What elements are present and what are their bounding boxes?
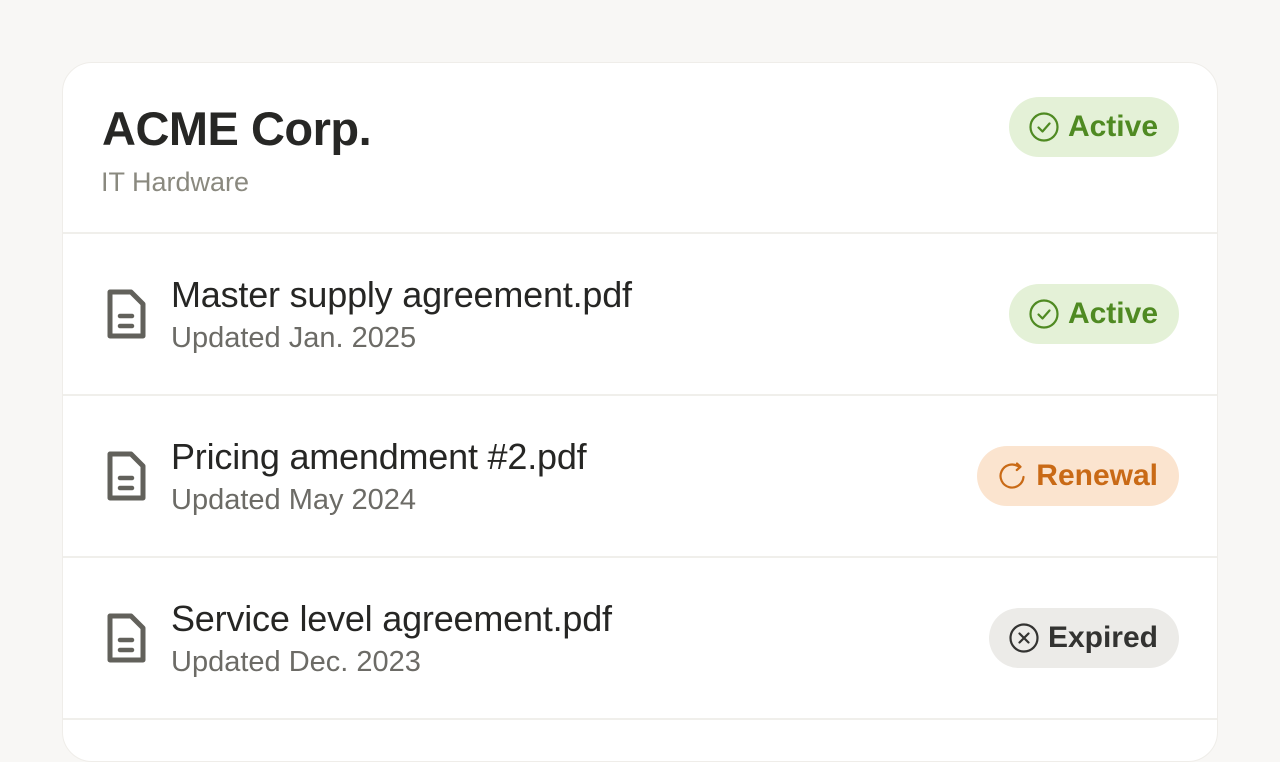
vendor-category: IT Hardware xyxy=(101,167,250,197)
document-icon xyxy=(107,451,146,501)
document-updated: Updated May 2024 xyxy=(171,484,417,516)
document-status-badge: Expired xyxy=(988,608,1179,668)
document-status-label: Renewal xyxy=(1036,459,1158,492)
x-circle-icon xyxy=(1009,623,1039,653)
document-row[interactable]: Service level agreement.pdf Updated Dec.… xyxy=(63,558,1217,720)
check-circle-icon xyxy=(1029,112,1059,142)
document-row[interactable]: Pricing amendment #2.pdf Updated May 202… xyxy=(63,396,1217,558)
refresh-icon xyxy=(999,462,1025,489)
document-updated: Updated Jan. 2025 xyxy=(171,322,417,354)
vendor-header: ACME Corp. IT Hardware Active xyxy=(63,63,1217,234)
document-name[interactable]: Service level agreement.pdf xyxy=(171,598,612,640)
check-circle-icon xyxy=(1029,299,1059,329)
document-name[interactable]: Pricing amendment #2.pdf xyxy=(171,436,587,478)
document-name[interactable]: Master supply agreement.pdf xyxy=(171,274,632,316)
vendor-status-badge: Active xyxy=(1008,97,1179,157)
document-row[interactable]: Master supply agreement.pdf Updated Jan.… xyxy=(63,234,1217,396)
document-icon xyxy=(107,289,146,339)
vendor-status-label: Active xyxy=(1067,110,1158,143)
document-icon xyxy=(107,613,146,663)
document-status-badge: Renewal xyxy=(977,446,1179,506)
document-updated: Updated Dec. 2023 xyxy=(171,646,421,678)
document-status-badge: Active xyxy=(1008,284,1179,344)
document-status-label: Active xyxy=(1067,297,1158,330)
document-status-label: Expired xyxy=(1047,621,1158,654)
vendor-card: ACME Corp. IT Hardware Active Master sup… xyxy=(62,62,1218,762)
vendor-name: ACME Corp. xyxy=(102,102,372,155)
